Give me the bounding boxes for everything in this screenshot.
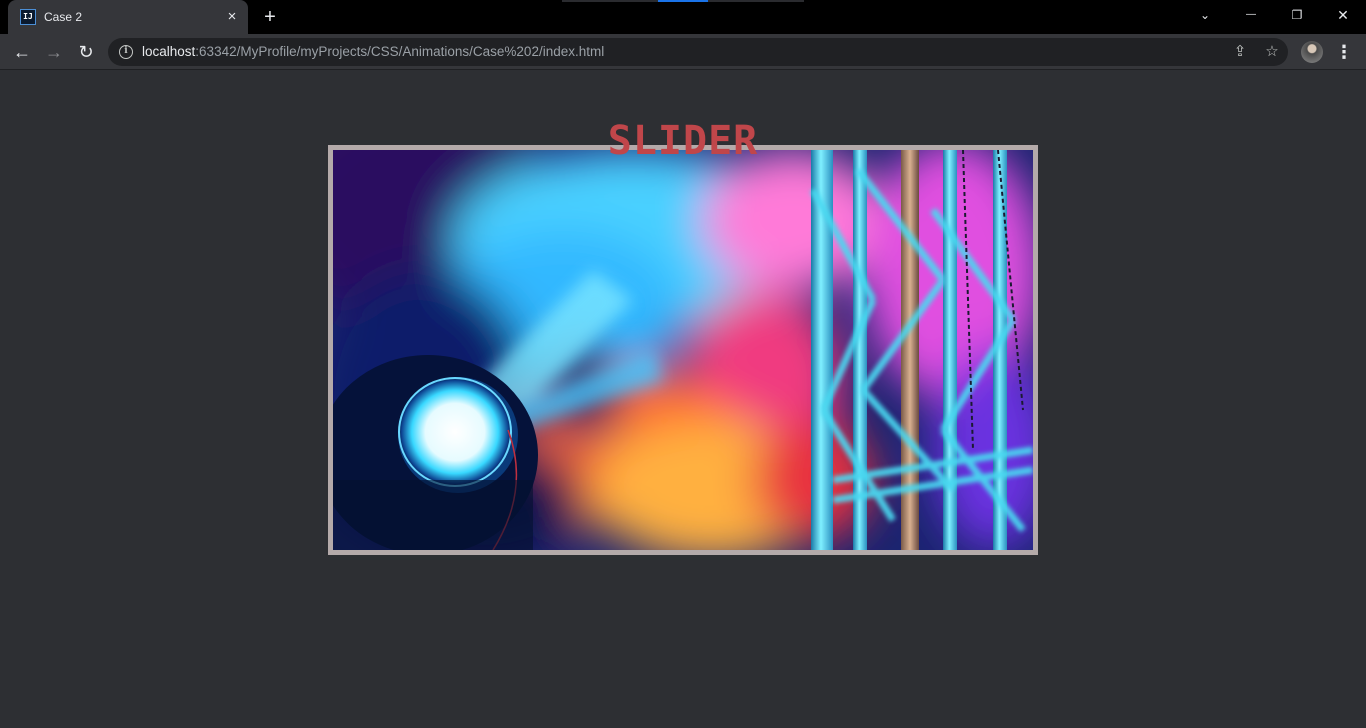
address-bar[interactable]: i localhost:63342/MyProfile/myProjects/C… <box>108 38 1288 66</box>
url-text[interactable]: localhost:63342/MyProfile/myProjects/CSS… <box>142 44 604 59</box>
profile-avatar[interactable] <box>1301 41 1323 63</box>
browser-menu-icon[interactable]: ⋮ <box>1332 39 1356 65</box>
new-tab-button[interactable]: + <box>258 6 282 28</box>
url-host: localhost <box>142 44 196 59</box>
forward-button[interactable]: → <box>41 39 67 65</box>
intellij-favicon-icon: IJ <box>20 9 36 25</box>
minimize-button[interactable]: — <box>1228 0 1274 30</box>
back-button[interactable]: ← <box>9 39 35 65</box>
bookmark-star-icon[interactable]: ☆ <box>1262 42 1282 62</box>
restore-button[interactable]: ❐ <box>1274 0 1320 30</box>
reload-button[interactable]: ↻ <box>73 39 99 65</box>
site-info-icon[interactable]: i <box>119 45 133 59</box>
tab-close-icon[interactable]: × <box>222 7 242 27</box>
url-path: :63342/MyProfile/myProjects/CSS/Animatio… <box>195 44 605 59</box>
close-window-button[interactable]: ✕ <box>1320 0 1366 30</box>
share-icon[interactable]: ⇪ <box>1230 42 1250 62</box>
tab-case-2[interactable]: IJ Case 2 × <box>8 0 248 34</box>
browser-toolbar: ← → ↻ i localhost:63342/MyProfile/myProj… <box>0 34 1366 70</box>
slider-title: SLIDER <box>607 118 759 164</box>
window-drag-hint-accent <box>658 0 708 2</box>
tab-title: Case 2 <box>44 10 83 24</box>
slider-frame <box>328 145 1038 555</box>
slide-image <box>333 150 1033 550</box>
tab-search-chevron-down-icon[interactable]: ⌄ <box>1182 0 1228 30</box>
tab-strip: IJ Case 2 × + ⌄ — ❐ ✕ <box>0 0 1366 34</box>
